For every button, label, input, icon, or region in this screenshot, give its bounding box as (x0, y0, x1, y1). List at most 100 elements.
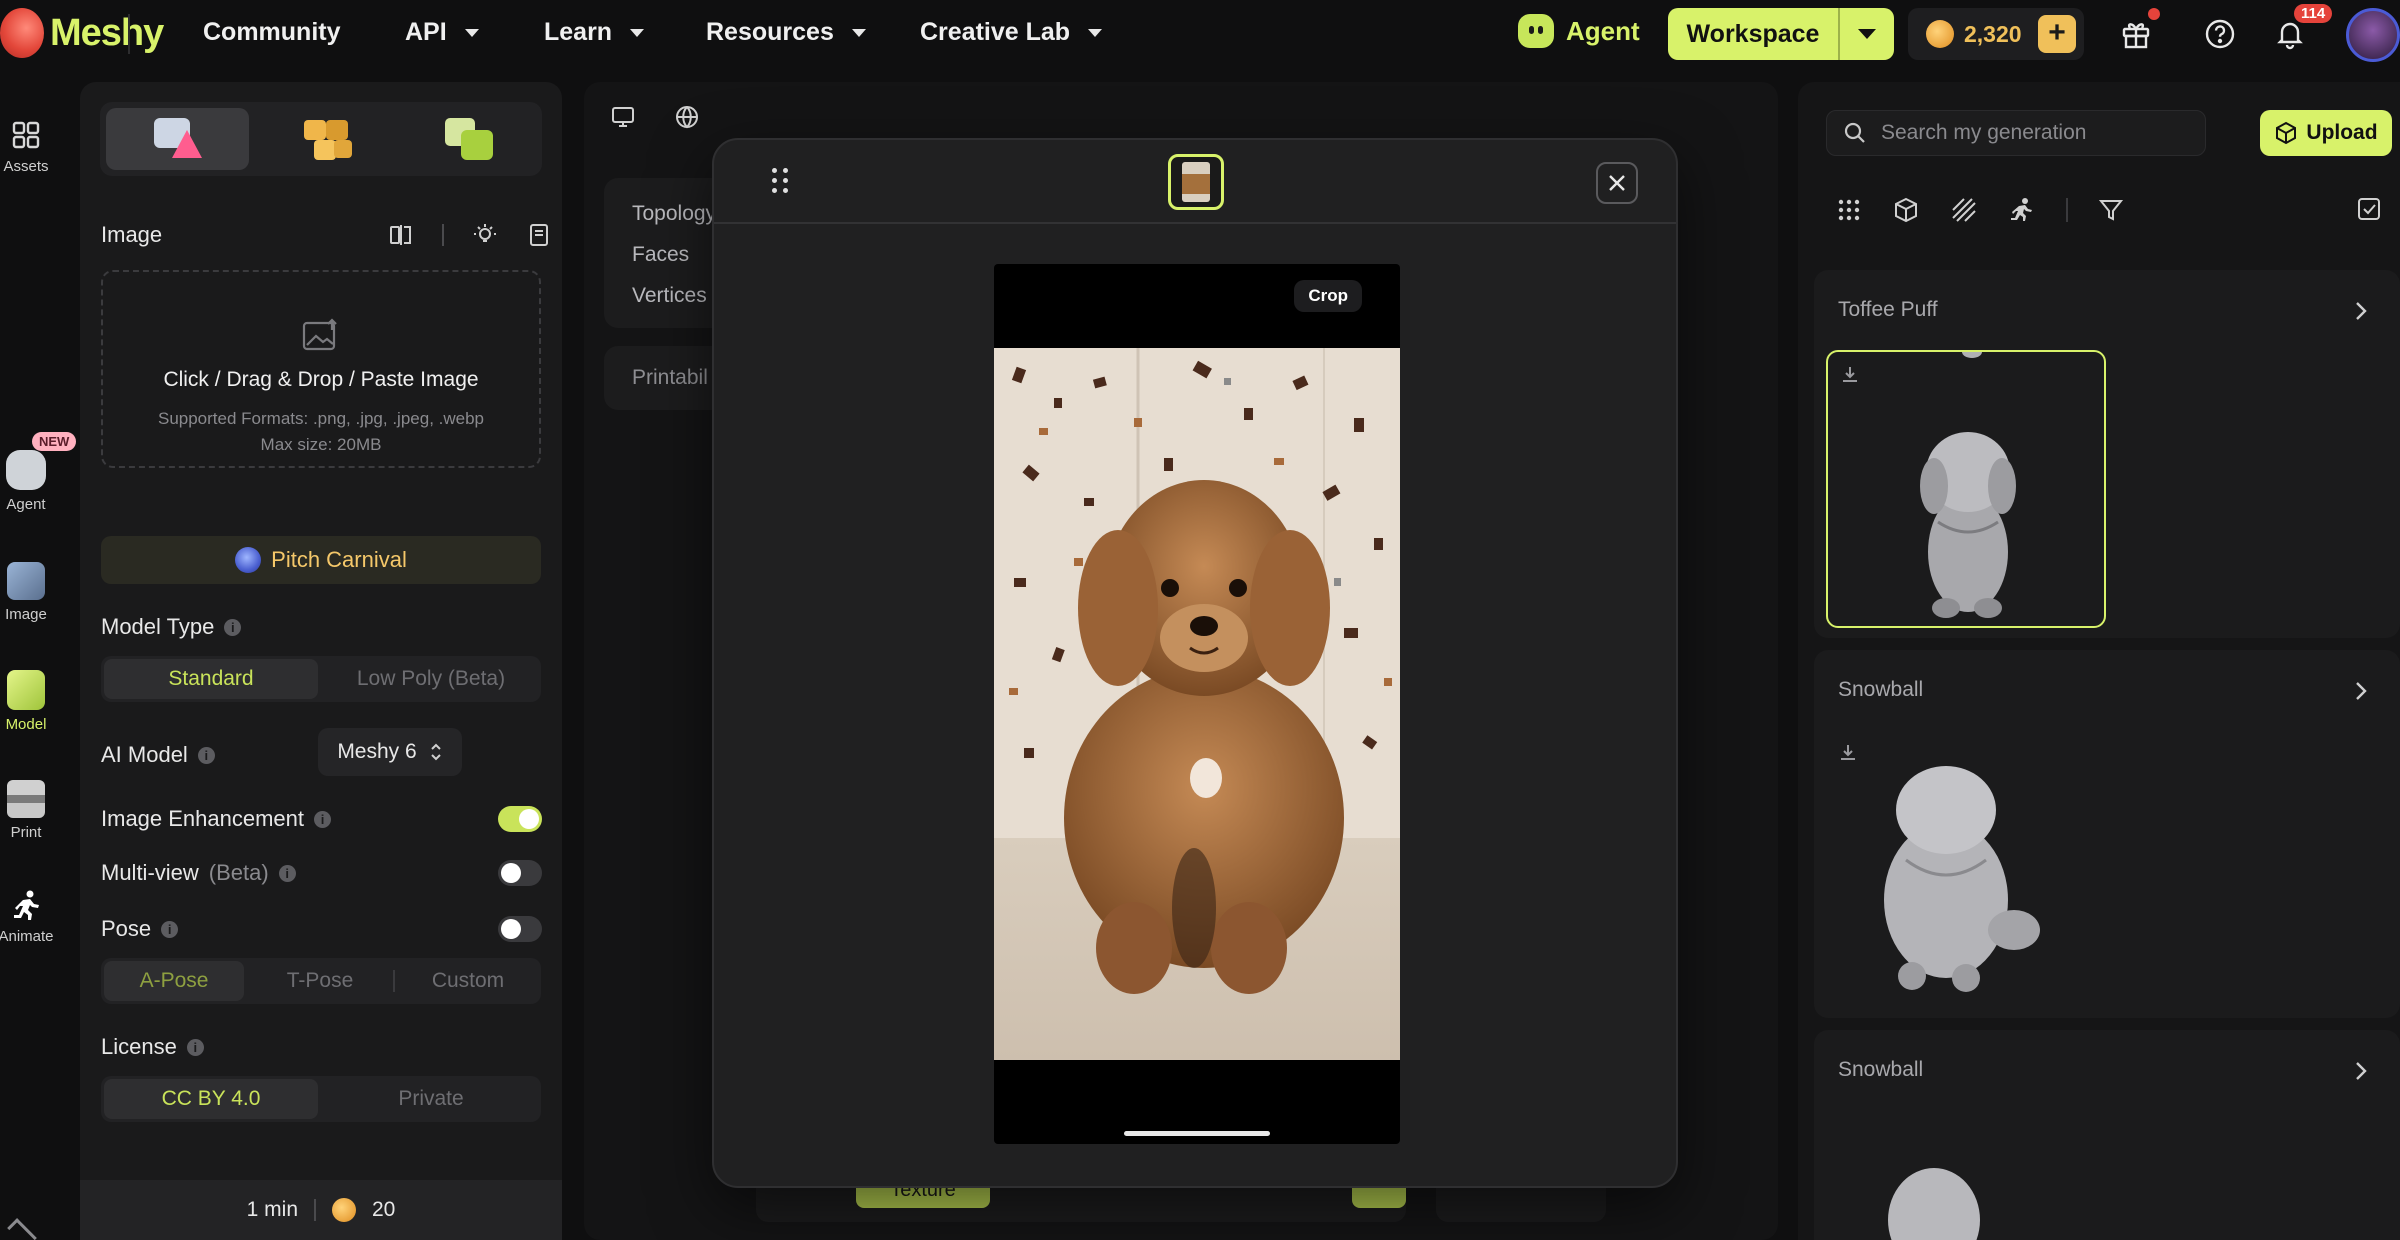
add-credits-button[interactable]: + (2038, 15, 2076, 53)
generation-thumbnail[interactable] (1826, 730, 2106, 1008)
pose-custom[interactable]: Custom (398, 961, 538, 1001)
chevron-right-icon[interactable] (2354, 1060, 2368, 1082)
snowball-model-preview (1884, 766, 2040, 992)
top-navigation: Meshy Community API Learn Resources Crea… (0, 0, 2400, 68)
search-generation[interactable] (1826, 110, 2206, 156)
stat-faces: Faces (632, 243, 690, 266)
workspace-dropdown[interactable] (1840, 29, 1894, 39)
meshy-logo-icon (0, 8, 44, 58)
pitch-carnival-banner[interactable]: Pitch Carnival (101, 536, 541, 584)
ai-model-select[interactable]: Meshy 6 (318, 728, 462, 776)
image-thumbnail[interactable] (1168, 154, 1224, 210)
license-private[interactable]: Private (324, 1079, 538, 1119)
agent-button[interactable]: Agent (1518, 14, 1640, 48)
tools-separator (442, 224, 444, 246)
agent-label: Agent (1566, 15, 1640, 46)
rail-agent[interactable]: NEW Agent (0, 432, 77, 513)
license-cc-by[interactable]: CC BY 4.0 (104, 1079, 318, 1119)
license-text: License (101, 1034, 177, 1059)
lightbulb-icon[interactable] (472, 222, 498, 248)
rail-assets[interactable]: Assets (0, 118, 52, 175)
close-button[interactable] (1596, 162, 1638, 204)
generate-footer[interactable]: 1 min 20 (80, 1180, 562, 1240)
tab-batch-to-3d[interactable] (399, 102, 542, 176)
tab-multi-image-to-3d[interactable] (255, 102, 398, 176)
multiview-label: Multi-view (Beta) i (101, 860, 296, 886)
agent-face-icon (1518, 14, 1554, 48)
pose-toggle[interactable] (498, 916, 542, 942)
info-icon[interactable]: i (278, 864, 296, 882)
multiview-toggle[interactable] (498, 860, 542, 886)
meshy-logo[interactable]: Meshy (0, 8, 164, 58)
generation-filters (1836, 196, 2124, 224)
notification-count-badge: 114 (2294, 4, 2333, 23)
image-enhancement-toggle[interactable] (498, 806, 542, 832)
document-icon[interactable] (526, 222, 552, 248)
generation-card[interactable]: Toffee Puff (1814, 270, 2400, 638)
dropzone-title: Click / Drag & Drop / Paste Image (163, 368, 479, 391)
compare-icon[interactable] (388, 222, 414, 248)
download-icon[interactable] (1840, 364, 1860, 384)
upload-cube-icon (2276, 121, 2297, 145)
info-icon[interactable]: i (161, 920, 179, 938)
tab-image-to-3d[interactable] (106, 108, 250, 170)
filter-funnel-icon[interactable] (2098, 197, 2124, 223)
thumbnail-preview (1182, 162, 1210, 202)
search-input[interactable] (1881, 121, 2191, 145)
select-checkbox-icon[interactable] (2356, 196, 2382, 222)
rail-animate[interactable]: Animate (0, 888, 54, 945)
rail-print[interactable]: Print (0, 780, 52, 841)
multiview-text: Multi-view (101, 860, 199, 885)
nav-api[interactable]: API (405, 18, 479, 47)
rail-model[interactable]: Model (0, 670, 52, 733)
model-type-low-poly[interactable]: Low Poly (Beta) (324, 659, 538, 699)
generation-thumbnail-selected[interactable] (1826, 346, 2106, 628)
image-dropzone[interactable]: Click / Drag & Drop / Paste Image Suppor… (101, 270, 541, 468)
nav-community[interactable]: Community (203, 18, 341, 47)
upload-label: Upload (2306, 121, 2378, 144)
download-icon[interactable] (1838, 742, 1858, 762)
upload-button[interactable]: Upload (2260, 110, 2392, 156)
workspace-button[interactable]: Workspace (1668, 8, 1894, 60)
generation-card[interactable]: Snowball (1814, 650, 2400, 1018)
info-icon[interactable]: i (186, 1038, 204, 1056)
model-cube-icon[interactable] (1892, 196, 1920, 224)
drag-handle-icon[interactable] (772, 168, 789, 193)
pose-text: Pose (101, 916, 152, 941)
help-icon[interactable] (2202, 16, 2238, 52)
bell-icon[interactable]: 114 (2272, 4, 2333, 52)
new-badge: NEW (32, 432, 77, 451)
pose-a-pose[interactable]: A-Pose (104, 961, 244, 1001)
nav-resources[interactable]: Resources (706, 18, 866, 47)
chevron-right-icon[interactable] (2354, 680, 2368, 702)
gift-icon[interactable] (2118, 8, 2160, 52)
rail-image[interactable]: Image (0, 562, 52, 623)
model-type-standard[interactable]: Standard (104, 659, 318, 699)
batch-cube-icon (443, 116, 497, 162)
viewer-top-icons (610, 104, 700, 130)
info-icon[interactable]: i (224, 618, 242, 636)
pose-label: Pose i (101, 916, 179, 942)
nav-creative-lab[interactable]: Creative Lab (920, 18, 1103, 47)
monitor-icon[interactable] (610, 104, 636, 130)
home-indicator (1124, 1131, 1270, 1136)
info-icon[interactable]: i (197, 746, 215, 764)
close-icon (1609, 175, 1625, 191)
model-type-selector: Standard Low Poly (Beta) (101, 656, 541, 702)
animation-runner-icon[interactable] (2008, 196, 2036, 224)
pose-t-pose[interactable]: T-Pose (250, 961, 390, 1001)
generation-card[interactable]: Snowball (1814, 1030, 2400, 1240)
snowball-model-preview (1888, 1168, 1980, 1240)
all-grid-icon[interactable] (1836, 197, 1862, 223)
globe-outline-icon[interactable] (674, 104, 700, 130)
nav-learn[interactable]: Learn (544, 18, 645, 47)
globe-icon (235, 547, 262, 573)
chevron-right-icon[interactable] (2354, 300, 2368, 322)
credits-balance[interactable]: 2,320 + (1908, 8, 2084, 60)
multi-cube-icon (300, 116, 354, 162)
texture-stripes-icon[interactable] (1950, 196, 1978, 224)
updown-chevron-icon (430, 743, 441, 761)
info-icon[interactable]: i (314, 810, 332, 828)
rail-bottom-chevron-icon[interactable] (7, 1218, 37, 1240)
user-avatar[interactable] (2346, 8, 2400, 62)
